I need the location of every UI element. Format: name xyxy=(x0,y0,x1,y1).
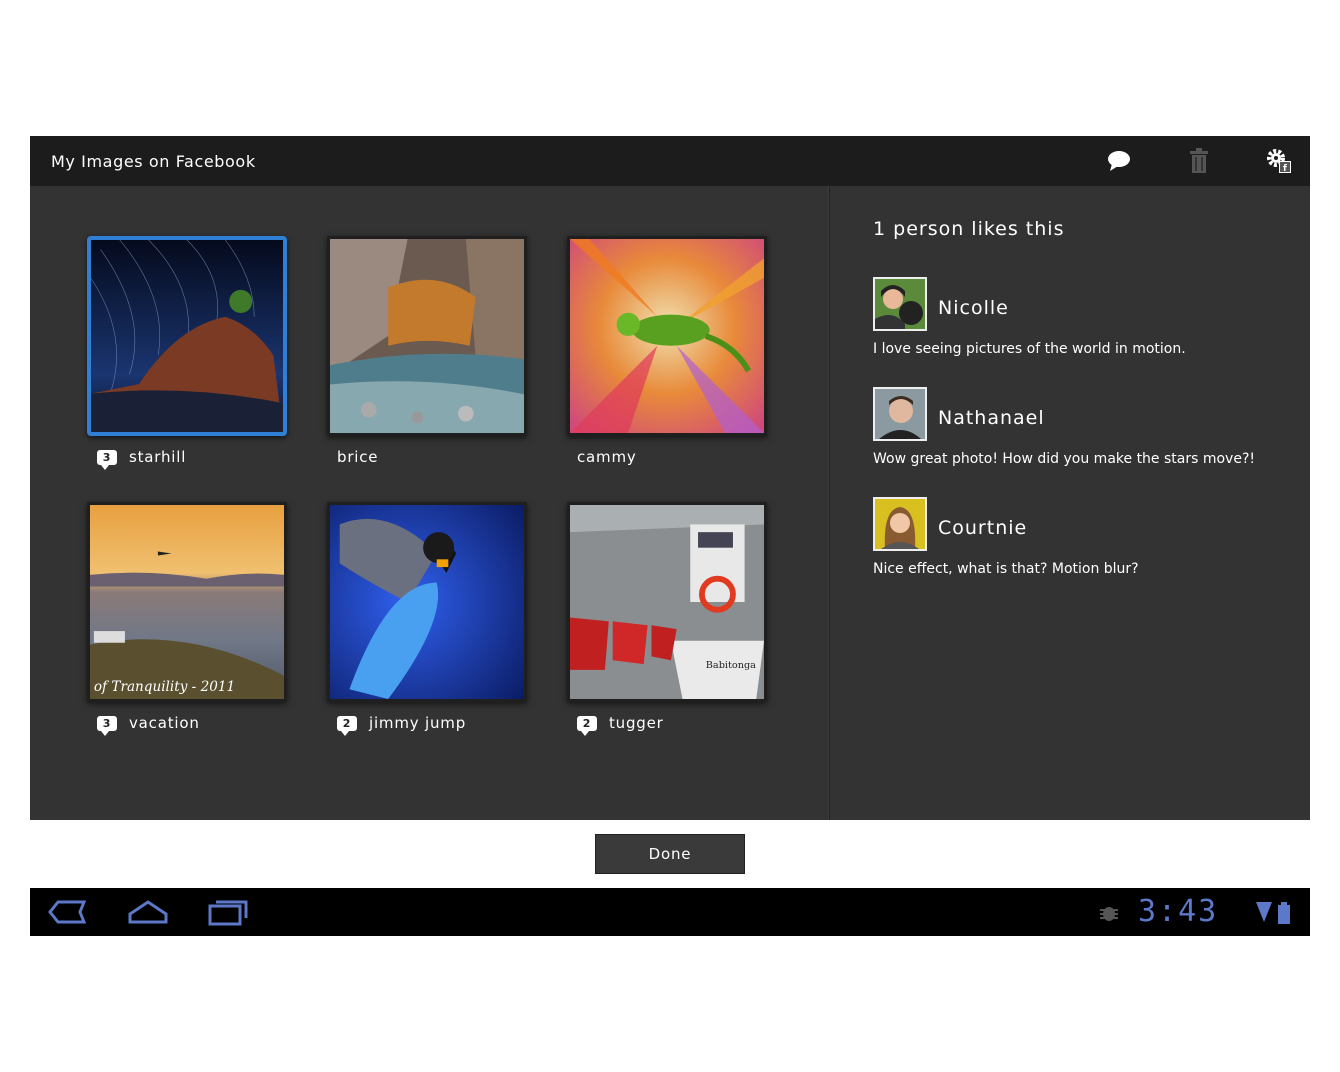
home-icon[interactable] xyxy=(126,896,170,928)
done-button[interactable]: Done xyxy=(595,834,745,874)
title-bar: My Images on Facebook f xyxy=(30,136,1310,186)
commenter-name[interactable]: Nathanael xyxy=(938,407,1045,429)
facebook-images-dialog: My Images on Facebook f 3 starhill brice… xyxy=(30,136,1310,820)
comment-text: Nice effect, what is that? Motion blur? xyxy=(873,561,1139,577)
panel-divider xyxy=(828,186,830,820)
image-thumbnail[interactable]: of Tranquility - 2011 xyxy=(87,502,287,702)
image-thumbnail[interactable] xyxy=(327,502,527,702)
battery-icon xyxy=(1278,902,1290,924)
image-name: tugger xyxy=(609,714,664,732)
image-thumbnail[interactable]: Babitonga xyxy=(567,502,767,702)
image-caption: 3 starhill xyxy=(97,446,187,470)
image-caption: 2 tugger xyxy=(577,712,664,736)
commenter-name[interactable]: Courtnie xyxy=(938,517,1027,539)
svg-text:of Tranquility - 2011: of Tranquility - 2011 xyxy=(94,679,235,695)
image-caption: cammy xyxy=(577,446,637,468)
dialog-title: My Images on Facebook xyxy=(51,152,256,171)
clock: 3:43 xyxy=(1138,894,1219,929)
comment-count-badge: 2 xyxy=(577,715,597,736)
trash-icon[interactable] xyxy=(1184,146,1214,176)
comment-count-badge: 2 xyxy=(337,715,357,736)
image-thumbnail[interactable] xyxy=(567,236,767,436)
image-name: starhill xyxy=(129,448,187,466)
image-tile-vacation[interactable]: of Tranquility - 2011 3 vacation xyxy=(87,502,287,736)
avatar[interactable] xyxy=(873,497,927,551)
image-caption: brice xyxy=(337,446,378,468)
image-caption: 2 jimmy jump xyxy=(337,712,467,736)
recent-apps-icon[interactable] xyxy=(206,896,250,928)
comment-text: Wow great photo! How did you make the st… xyxy=(873,451,1255,467)
image-thumbnail[interactable] xyxy=(327,236,527,436)
image-name: jimmy jump xyxy=(369,714,467,732)
avatar[interactable] xyxy=(873,277,927,331)
facebook-settings-icon[interactable]: f xyxy=(1264,146,1294,176)
image-thumbnail[interactable] xyxy=(87,236,287,436)
debug-icon xyxy=(1098,902,1120,924)
image-tile-brice[interactable]: brice xyxy=(327,236,527,466)
comments-panel: 1 person likes this Nicolle I love seein… xyxy=(873,218,1293,577)
image-tile-starhill[interactable]: 3 starhill xyxy=(87,236,287,470)
image-name: cammy xyxy=(577,448,637,466)
image-tile-jimmy-jump[interactable]: 2 jimmy jump xyxy=(327,502,527,736)
likes-count: 1 person likes this xyxy=(873,218,1065,240)
wifi-icon xyxy=(1256,902,1272,924)
avatar[interactable] xyxy=(873,387,927,441)
commenter-name[interactable]: Nicolle xyxy=(938,297,1009,319)
image-name: vacation xyxy=(129,714,200,732)
svg-text:f: f xyxy=(1283,164,1287,174)
back-icon[interactable] xyxy=(46,896,90,928)
image-caption: 3 vacation xyxy=(97,712,200,736)
comment-text: I love seeing pictures of the world in m… xyxy=(873,341,1186,357)
image-tile-tugger[interactable]: Babitonga 2 tugger xyxy=(567,502,767,736)
system-bar: 3:43 xyxy=(30,888,1310,936)
comment-icon[interactable] xyxy=(1104,146,1134,176)
comment-count-badge: 3 xyxy=(97,449,117,470)
image-name: brice xyxy=(337,448,379,466)
image-tile-cammy[interactable]: cammy xyxy=(567,236,767,466)
image-grid: 3 starhill brice cammy of Tranquility - … xyxy=(30,186,828,820)
comment-count-badge: 3 xyxy=(97,715,117,736)
svg-text:Babitonga: Babitonga xyxy=(706,660,756,671)
